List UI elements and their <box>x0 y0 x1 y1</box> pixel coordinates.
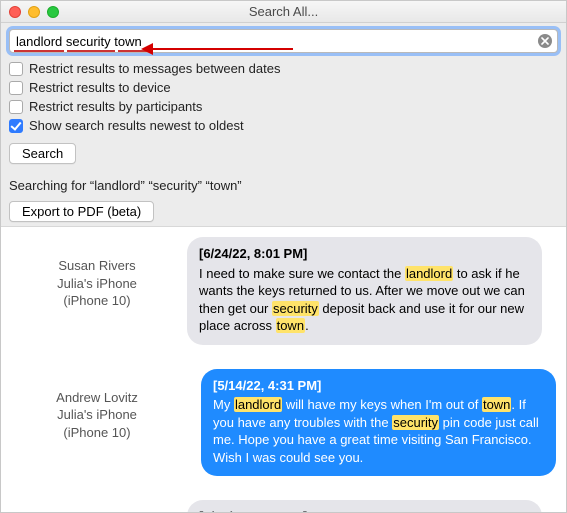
message-timestamp: [6/24/22, 8:01 PM] <box>199 245 530 263</box>
option-label: Show search results newest to oldest <box>29 118 244 133</box>
option-label: Restrict results to device <box>29 80 171 95</box>
spellcheck-underlines <box>14 50 148 52</box>
export-pdf-button[interactable]: Export to PDF (beta) <box>9 201 154 222</box>
result-meta: Kate GoldsmithJulia's iPhone(iPhone 10) <box>7 500 187 513</box>
contact-name: Andrew Lovitz <box>7 389 187 407</box>
window-title: Search All... <box>1 4 566 19</box>
spellcheck-underline <box>67 50 115 52</box>
search-container <box>1 23 566 57</box>
spellcheck-underline <box>14 50 64 52</box>
results-list[interactable]: Susan RiversJulia's iPhone(iPhone 10)[6/… <box>1 226 566 513</box>
message-body: I need to make sure we contact the landl… <box>199 265 530 335</box>
result-row: Kate GoldsmithJulia's iPhone(iPhone 10)[… <box>1 490 566 513</box>
message-bubble: [5/14/22, 4:31 PM]My landlord will have … <box>201 369 556 477</box>
message-timestamp: [5/12/22, 5:57 PM] <box>199 508 530 513</box>
search-options: Restrict results to messages between dat… <box>1 57 566 139</box>
spellcheck-underline <box>118 50 148 52</box>
search-status: Searching for “landlord” “security” “tow… <box>1 168 566 197</box>
search-button[interactable]: Search <box>9 143 76 164</box>
app-window: Search All... Restrict results to messag… <box>0 0 567 513</box>
checkbox-icon[interactable] <box>9 100 23 114</box>
search-option[interactable]: Restrict results to device <box>9 78 558 97</box>
message-timestamp: [5/14/22, 4:31 PM] <box>213 377 544 395</box>
device-line: (iPhone 10) <box>7 424 187 442</box>
search-option[interactable]: Show search results newest to oldest <box>9 116 558 135</box>
search-option[interactable]: Restrict results to messages between dat… <box>9 59 558 78</box>
checkbox-icon[interactable] <box>9 81 23 95</box>
minimize-icon[interactable] <box>28 6 40 18</box>
device-line: Julia's iPhone <box>7 406 187 424</box>
search-option[interactable]: Restrict results by participants <box>9 97 558 116</box>
option-label: Restrict results to messages between dat… <box>29 61 280 76</box>
close-icon[interactable] <box>9 6 21 18</box>
message-body: My landlord will have my keys when I'm o… <box>213 396 544 466</box>
contact-name: Susan Rivers <box>7 257 187 275</box>
checkbox-icon[interactable] <box>9 119 23 133</box>
result-row: Andrew LovitzJulia's iPhone(iPhone 10)[5… <box>1 359 566 491</box>
result-meta: Susan RiversJulia's iPhone(iPhone 10) <box>7 237 187 345</box>
traffic-lights <box>9 6 59 18</box>
titlebar: Search All... <box>1 1 566 23</box>
checkbox-icon[interactable] <box>9 62 23 76</box>
message-bubble: [6/24/22, 8:01 PM] I need to make sure we… <box>187 237 542 345</box>
clear-search-icon[interactable] <box>538 34 552 48</box>
result-row: Susan RiversJulia's iPhone(iPhone 10)[6/… <box>1 227 566 359</box>
option-label: Restrict results by participants <box>29 99 202 114</box>
message-bubble: [5/12/22, 5:57 PM]I forgot my security c… <box>187 500 542 513</box>
device-line: Julia's iPhone <box>7 275 187 293</box>
result-meta: Andrew LovitzJulia's iPhone(iPhone 10) <box>7 369 187 477</box>
maximize-icon[interactable] <box>47 6 59 18</box>
device-line: (iPhone 10) <box>7 292 187 310</box>
